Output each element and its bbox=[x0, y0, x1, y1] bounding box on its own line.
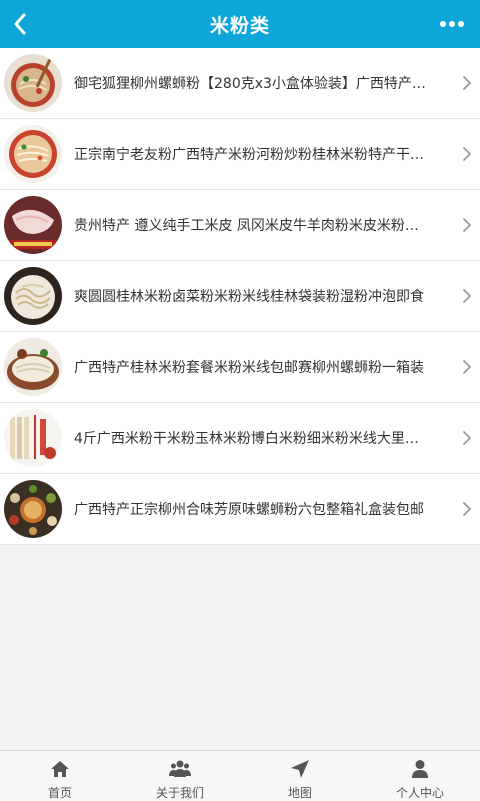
user-icon bbox=[412, 760, 428, 778]
chevron-right-icon bbox=[463, 502, 471, 516]
chevron-right-icon bbox=[463, 431, 471, 445]
product-title: 贵州特产 遵义纯手工米皮 凤冈米皮牛羊肉粉米皮米粉干货 bbox=[74, 218, 428, 234]
list-item[interactable]: 4斤广西米粉干米粉玉林米粉博白米粉细米粉米线大里米粉 bbox=[0, 403, 480, 474]
product-title: 广西特产桂林米粉套餐米粉米线包邮赛柳州螺蛳粉一箱装 bbox=[74, 360, 424, 376]
list-item[interactable]: 爽圆圆桂林米粉卤菜粉米粉米线桂林袋装粉湿粉冲泡即食 bbox=[0, 261, 480, 332]
product-list: 御宅狐狸柳州螺蛳粉【280克x3小盒体验装】广西特产柳州螺蛳粉 正宗南宁老友粉广… bbox=[0, 48, 480, 545]
tab-profile[interactable]: 个人中心 bbox=[360, 751, 480, 801]
back-button[interactable] bbox=[0, 0, 40, 48]
tab-about-us[interactable]: 关于我们 bbox=[120, 751, 240, 801]
list-item[interactable]: 广西特产正宗柳州合味芳原味螺蛳粉六包整箱礼盒装包邮 bbox=[0, 474, 480, 545]
product-thumbnail bbox=[4, 196, 62, 254]
product-title: 爽圆圆桂林米粉卤菜粉米粉米线桂林袋装粉湿粉冲泡即食 bbox=[74, 289, 424, 305]
tab-label: 关于我们 bbox=[155, 786, 204, 800]
tab-home[interactable]: 首页 bbox=[0, 751, 120, 801]
list-item[interactable]: 御宅狐狸柳州螺蛳粉【280克x3小盒体验装】广西特产柳州螺蛳粉 bbox=[0, 48, 480, 119]
product-thumbnail bbox=[4, 409, 62, 467]
tab-label: 个人中心 bbox=[395, 786, 444, 800]
more-dots-icon bbox=[440, 21, 464, 27]
bottom-tab-bar: 首页 关于我们 地图 个人中心 bbox=[0, 750, 480, 801]
product-title: 广西特产正宗柳州合味芳原味螺蛳粉六包整箱礼盒装包邮 bbox=[74, 502, 424, 518]
chevron-right-icon bbox=[463, 76, 471, 90]
app-header: 米粉类 bbox=[0, 0, 480, 48]
product-title: 正宗南宁老友粉广西特产米粉河粉炒粉桂林米粉特产干米粉 bbox=[74, 147, 428, 163]
chevron-right-icon bbox=[463, 147, 471, 161]
product-title: 御宅狐狸柳州螺蛳粉【280克x3小盒体验装】广西特产柳州螺蛳粉 bbox=[74, 76, 428, 92]
product-thumbnail bbox=[4, 54, 62, 112]
navigation-arrow-icon bbox=[291, 760, 309, 778]
page-title: 米粉类 bbox=[209, 14, 270, 37]
product-thumbnail bbox=[4, 480, 62, 538]
list-item[interactable]: 贵州特产 遵义纯手工米皮 凤冈米皮牛羊肉粉米皮米粉干货 bbox=[0, 190, 480, 261]
chevron-left-icon bbox=[14, 13, 26, 35]
tab-label: 首页 bbox=[47, 786, 72, 800]
list-item[interactable]: 广西特产桂林米粉套餐米粉米线包邮赛柳州螺蛳粉一箱装 bbox=[0, 332, 480, 403]
product-thumbnail bbox=[4, 125, 62, 183]
tab-map[interactable]: 地图 bbox=[240, 751, 360, 801]
chevron-right-icon bbox=[463, 360, 471, 374]
people-icon bbox=[169, 760, 191, 777]
product-thumbnail bbox=[4, 267, 62, 325]
chevron-right-icon bbox=[463, 218, 471, 232]
more-button[interactable] bbox=[424, 0, 480, 48]
list-item[interactable]: 正宗南宁老友粉广西特产米粉河粉炒粉桂林米粉特产干米粉 bbox=[0, 119, 480, 190]
product-title: 4斤广西米粉干米粉玉林米粉博白米粉细米粉米线大里米粉 bbox=[74, 431, 428, 447]
product-thumbnail bbox=[4, 338, 62, 396]
chevron-right-icon bbox=[463, 289, 471, 303]
tab-label: 地图 bbox=[287, 786, 312, 800]
home-icon bbox=[51, 761, 69, 777]
